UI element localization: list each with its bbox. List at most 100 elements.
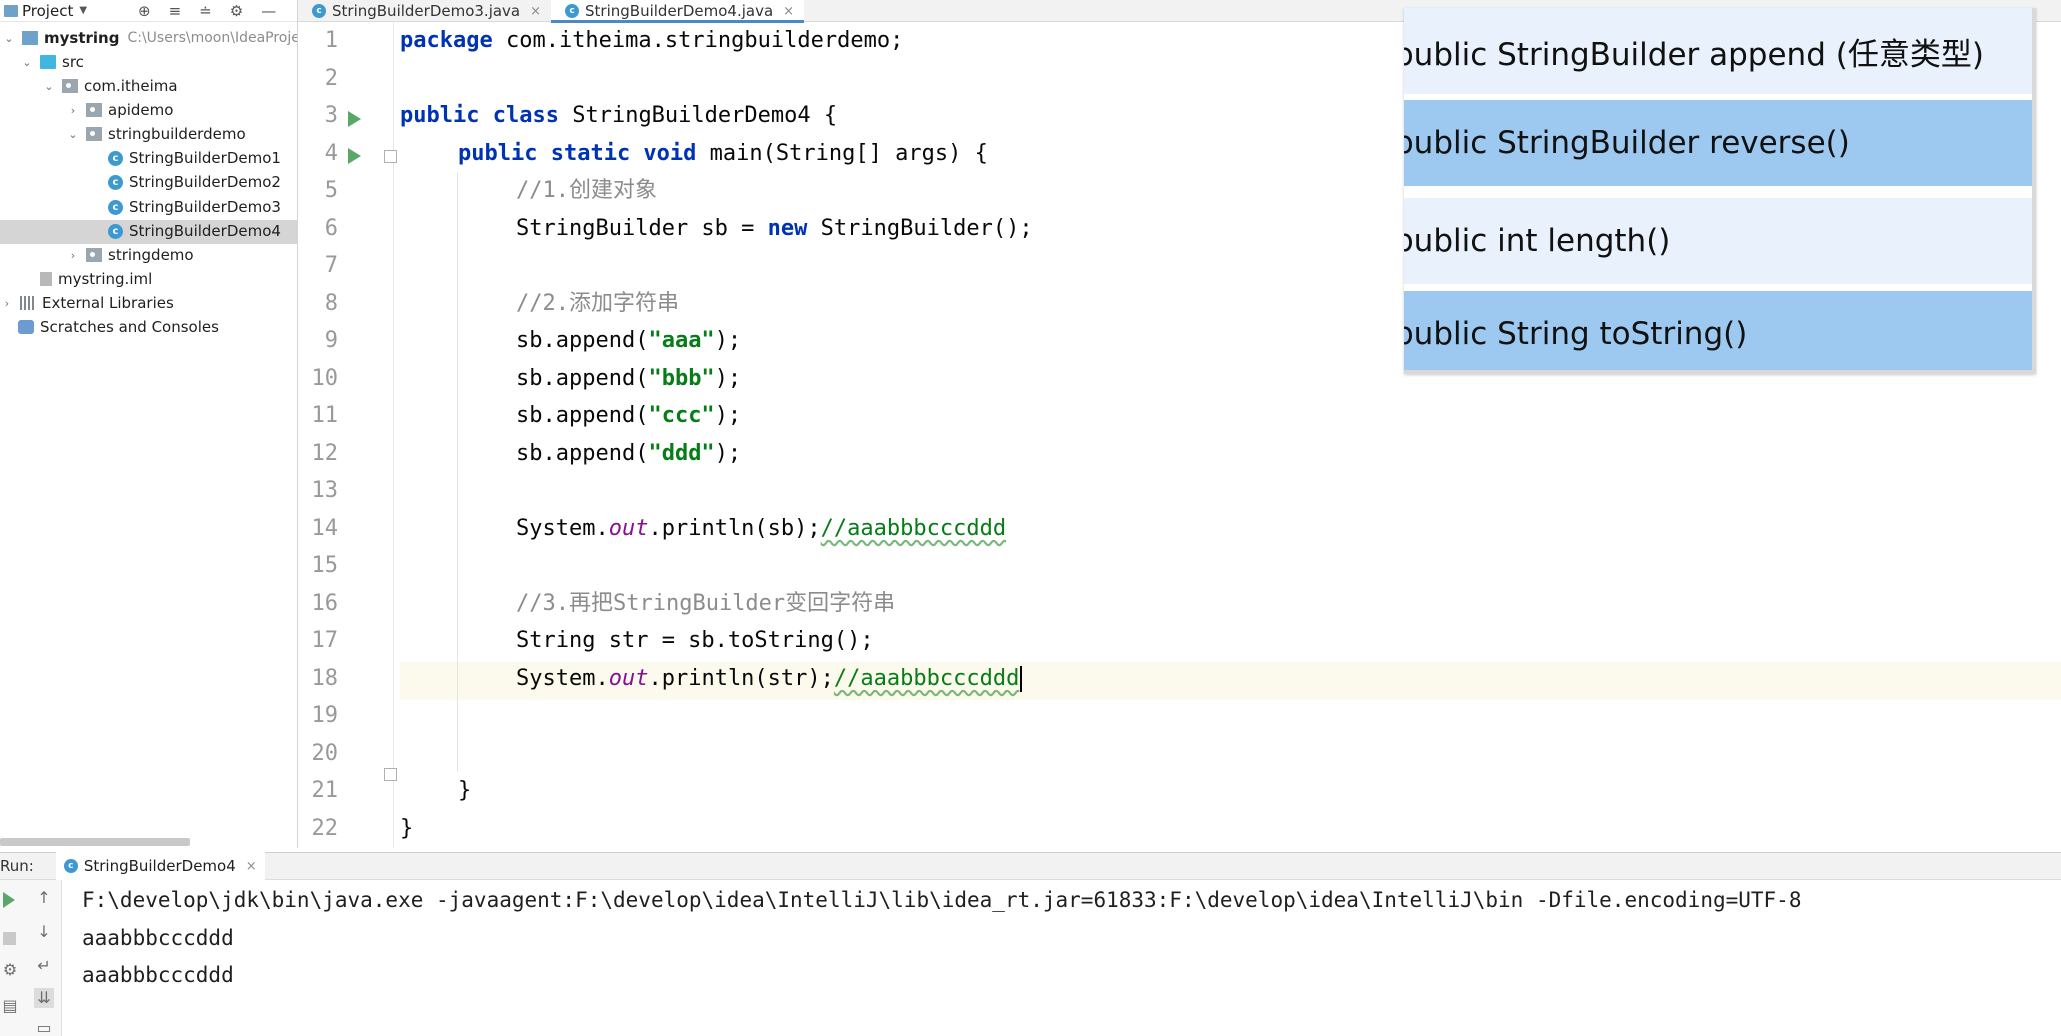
line-number: 8 (324, 290, 338, 316)
console-line: aaabbbcccddd (82, 963, 234, 987)
java-class-icon: c (312, 4, 326, 18)
stop-icon[interactable] (3, 932, 16, 945)
chevron-down-icon[interactable]: ▼ (79, 5, 87, 16)
overlay-item-reverse: public StringBuilder reverse() (1404, 100, 2032, 186)
run-panel-label: Run: (0, 857, 34, 875)
tree-item-stringbuilderdemo3[interactable]: c StringBuilderDemo3 (102, 195, 281, 219)
line-number: 14 (311, 515, 339, 541)
run-tab-label: StringBuilderDemo4 (83, 857, 236, 875)
text-caret (1020, 665, 1023, 692)
locate-icon[interactable]: ⊕ (138, 2, 151, 20)
chevron-down-icon[interactable]: ⌄ (20, 56, 34, 69)
source-folder-icon (40, 55, 56, 69)
line-number: 19 (311, 703, 339, 728)
chevron-down-icon[interactable]: ⌄ (42, 80, 56, 93)
print-icon[interactable]: ▭ (34, 1018, 54, 1036)
chevron-right-icon[interactable]: › (0, 297, 14, 310)
tree-item-scratches[interactable]: Scratches and Consoles (12, 315, 219, 339)
chevron-down-icon[interactable]: ⌄ (66, 128, 80, 141)
close-icon[interactable]: × (530, 4, 541, 19)
project-panel-header: Project ▼ ⊕ ≡ ≐ ⚙ — (0, 0, 297, 22)
tree-item-stringbuilderdemo1[interactable]: c StringBuilderDemo1 (102, 146, 281, 170)
project-icon (4, 4, 18, 17)
debug-settings-icon[interactable]: ⚙ (0, 960, 20, 980)
close-icon[interactable]: × (246, 859, 257, 874)
sidebar-horizontal-scrollbar[interactable] (0, 838, 190, 846)
tree-item-stringbuilderdemo[interactable]: ⌄ stringbuilderdemo (66, 122, 246, 146)
rerun-icon[interactable] (3, 892, 15, 908)
tree-item-stringbuilderdemo2[interactable]: c StringBuilderDemo2 (102, 170, 281, 194)
project-panel-title[interactable]: Project (22, 2, 73, 20)
console-line: aaabbbcccddd (82, 925, 234, 950)
indent-guide (457, 172, 458, 772)
run-gutter-icon[interactable] (348, 148, 361, 164)
run-tab-stringbuilderdemo4[interactable]: c StringBuilderDemo4 × (55, 852, 265, 880)
line-number: 5 (324, 178, 338, 203)
console-output[interactable]: F:\develop\jdk\bin\java.exe -javaagent:F… (82, 882, 2061, 1036)
code-line-1: package com.itheima.stringbuilderdemo; (400, 28, 904, 53)
line-number: 2 (324, 65, 338, 91)
line-number: 21 (311, 778, 339, 803)
line-number: 18 (311, 665, 339, 691)
package-icon (86, 248, 102, 262)
line-number: 4 (324, 140, 338, 166)
tree-item-external-libraries[interactable]: › External Libraries (0, 291, 174, 315)
code-line-21: } (400, 815, 414, 841)
soft-wrap-icon[interactable]: ↵ (34, 956, 54, 976)
tab-stringbuilderdemo4[interactable]: c StringBuilderDemo4.java × (551, 0, 805, 23)
fold-icon[interactable] (384, 768, 397, 781)
code-line-11: sb.append("ccc"); (516, 403, 742, 428)
fold-icon[interactable] (384, 150, 397, 163)
java-class-icon: c (108, 199, 123, 215)
minimize-icon[interactable]: — (261, 2, 276, 20)
line-number: 16 (311, 590, 339, 616)
tree-item-src[interactable]: ⌄ src (20, 50, 84, 74)
expand-all-icon[interactable]: ≡ (169, 2, 182, 20)
tree-item-mystring-iml[interactable]: mystring.iml (34, 267, 152, 291)
tree-item-com-itheima[interactable]: ⌄ com.itheima (42, 74, 178, 98)
tree-item-apidemo[interactable]: › apidemo (66, 98, 174, 122)
tree-item-stringbuilderdemo4[interactable]: c StringBuilderDemo4 (102, 219, 281, 243)
code-line-14: System.out.println(sb);//aaabbbcccddd (516, 515, 1007, 541)
collapse-all-icon[interactable]: ≐ (199, 2, 212, 20)
tree-item-label: mystring (44, 29, 120, 47)
scroll-to-end-icon[interactable]: ⇊ (34, 988, 54, 1008)
line-number: 22 (311, 815, 339, 841)
line-number: 1 (324, 28, 338, 53)
layout-icon[interactable]: ▤ (0, 996, 20, 1016)
tree-item-label: com.itheima (84, 77, 178, 95)
code-line-12: sb.append("ddd"); (516, 440, 742, 466)
code-line-9: sb.append("aaa"); (516, 328, 742, 353)
tree-item-stringdemo[interactable]: › stringdemo (66, 243, 194, 267)
chevron-right-icon[interactable]: › (66, 249, 80, 262)
chevron-down-icon[interactable]: ⌄ (2, 32, 16, 45)
arrow-up-icon[interactable]: ↑ (34, 888, 54, 908)
tree-item-label: StringBuilderDemo1 (129, 149, 281, 167)
package-icon (86, 127, 102, 141)
tree-item-label: StringBuilderDemo4 (129, 222, 281, 240)
line-number: 12 (311, 440, 339, 466)
tab-stringbuilderdemo3[interactable]: c StringBuilderDemo3.java × (298, 0, 551, 22)
tree-item-path-hint: C:\Users\moon\IdeaProjec (127, 30, 298, 46)
run-gutter-icon[interactable] (348, 111, 361, 127)
console-line: F:\develop\jdk\bin\java.exe -javaagent:F… (82, 888, 1802, 912)
arrow-down-icon[interactable]: ↓ (34, 922, 54, 942)
close-icon[interactable]: × (783, 4, 794, 19)
chevron-right-icon[interactable]: › (66, 104, 80, 117)
tree-item-label: StringBuilderDemo3 (129, 198, 281, 216)
tree-item-label: src (62, 53, 84, 71)
java-class-icon: c (108, 223, 123, 239)
java-class-icon: c (108, 150, 123, 166)
java-class-icon: c (565, 4, 580, 18)
line-number: 11 (311, 403, 339, 428)
library-icon (20, 296, 36, 310)
tree-item-mystring[interactable]: ⌄ mystring C:\Users\moon\IdeaProjec (2, 26, 298, 50)
tree-item-label: StringBuilderDemo2 (129, 173, 281, 191)
tree-item-label: apidemo (108, 101, 174, 119)
tab-label: StringBuilderDemo4.java (585, 2, 774, 20)
scratches-icon (18, 320, 34, 334)
project-panel: Project ▼ ⊕ ≡ ≐ ⚙ — ⌄ mystring C:\Users\… (0, 0, 298, 848)
code-line-17: String str = sb.toString(); (516, 628, 874, 653)
tree-item-label: stringbuilderdemo (108, 125, 246, 143)
gear-icon[interactable]: ⚙ (230, 2, 243, 20)
